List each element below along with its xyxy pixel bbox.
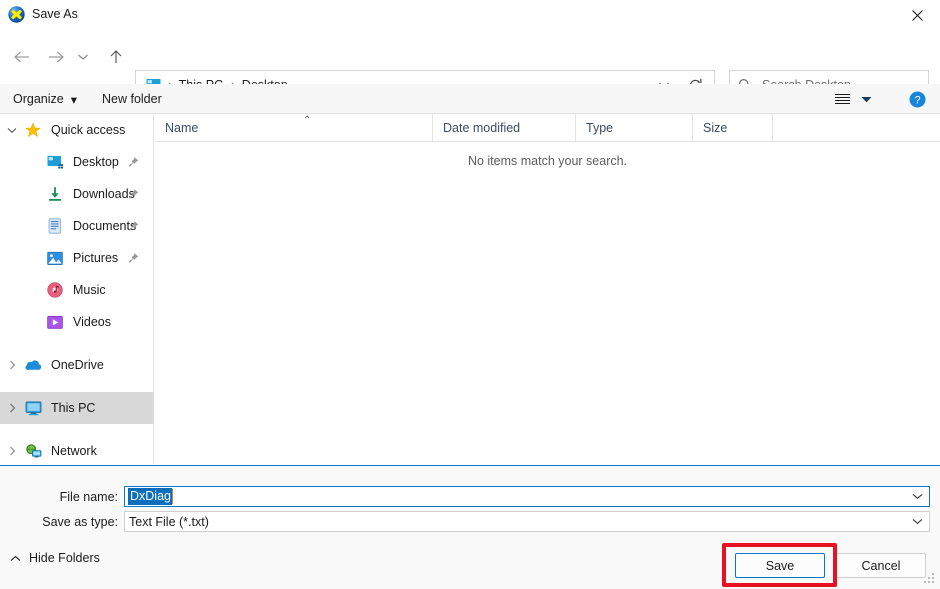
organize-label: Organize bbox=[13, 92, 64, 106]
chevron-down-icon[interactable] bbox=[910, 512, 924, 531]
organize-button[interactable]: Organize ▾ bbox=[13, 84, 77, 114]
column-label: Type bbox=[586, 121, 614, 135]
sidebar-item-desktop[interactable]: Desktop bbox=[0, 146, 153, 178]
save-button[interactable]: Save bbox=[735, 553, 825, 578]
sidebar-item-pictures[interactable]: Pictures bbox=[0, 242, 153, 274]
sort-ascending-icon: ⌃ bbox=[303, 115, 312, 126]
column-header-date-modified[interactable]: Date modified bbox=[432, 114, 575, 142]
empty-list-message: No items match your search. bbox=[467, 154, 628, 168]
pictures-icon bbox=[46, 249, 64, 267]
pin-icon[interactable] bbox=[128, 253, 139, 264]
save-as-type-select[interactable]: Text File (*.txt) bbox=[124, 511, 930, 532]
page-title: Save As bbox=[32, 7, 78, 21]
save-as-dialog: Save As Organize ▾ New folder ? Quick ac… bbox=[0, 0, 940, 589]
file-name-label: File name: bbox=[59, 490, 118, 504]
documents-icon bbox=[46, 217, 64, 235]
this-pc-icon bbox=[24, 399, 42, 417]
chevron-up-icon bbox=[10, 555, 21, 562]
sidebar-item-label: OneDrive bbox=[51, 358, 104, 372]
sidebar-item-label: Quick access bbox=[51, 123, 126, 137]
column-header-size[interactable]: Size bbox=[692, 114, 772, 142]
sidebar-item-label: Network bbox=[51, 444, 97, 458]
save-button-label: Save bbox=[765, 558, 795, 573]
chevron-collapsed-icon[interactable] bbox=[0, 446, 24, 456]
file-name-value: DxDiag bbox=[128, 488, 172, 505]
chevron-down-icon[interactable] bbox=[861, 96, 872, 103]
column-header-row: ⌃ Name Date modified Type Size bbox=[155, 114, 940, 142]
sidebar-item-music[interactable]: Music bbox=[0, 274, 153, 306]
command-toolbar: Organize ▾ New folder ? bbox=[0, 84, 940, 114]
file-name-input[interactable]: DxDiag bbox=[124, 486, 930, 507]
view-controls bbox=[835, 84, 872, 114]
navigation-pane[interactable]: Quick access Desktop Downloads Documents… bbox=[0, 114, 154, 464]
column-header-type[interactable]: Type bbox=[575, 114, 692, 142]
new-folder-label: New folder bbox=[102, 92, 162, 106]
recent-locations-button[interactable] bbox=[72, 43, 94, 71]
help-icon[interactable]: ? bbox=[909, 91, 926, 108]
star-icon bbox=[24, 121, 42, 139]
sidebar-item-label: Pictures bbox=[73, 251, 119, 265]
sidebar-item-documents[interactable]: Documents bbox=[0, 210, 153, 242]
dxdiag-icon bbox=[8, 6, 25, 23]
pin-icon[interactable] bbox=[128, 157, 139, 168]
hide-folders-button[interactable]: Hide Folders bbox=[10, 545, 100, 571]
sidebar-item-label: Desktop bbox=[73, 155, 119, 169]
new-folder-button[interactable]: New folder bbox=[102, 84, 162, 114]
sidebar-item-downloads[interactable]: Downloads bbox=[0, 178, 153, 210]
title-bar: Save As bbox=[0, 0, 940, 30]
save-as-type-value: Text File (*.txt) bbox=[129, 514, 209, 529]
sidebar-item-label: This PC bbox=[51, 401, 96, 415]
chevron-collapsed-icon[interactable] bbox=[0, 403, 24, 413]
close-button[interactable] bbox=[894, 0, 940, 30]
hide-folders-label: Hide Folders bbox=[29, 551, 100, 565]
forward-button[interactable] bbox=[42, 43, 70, 71]
sidebar-item-label: Downloads bbox=[73, 187, 135, 201]
sidebar-item-onedrive[interactable]: OneDrive bbox=[0, 349, 153, 381]
onedrive-cloud-icon bbox=[24, 356, 42, 374]
chevron-collapsed-icon[interactable] bbox=[0, 360, 24, 370]
sidebar-item-label: Music bbox=[73, 283, 106, 297]
column-label: Size bbox=[703, 121, 728, 135]
column-header-name[interactable]: ⌃ Name bbox=[155, 114, 432, 142]
pin-icon[interactable] bbox=[128, 189, 139, 200]
cancel-button[interactable]: Cancel bbox=[836, 553, 926, 578]
svg-text:?: ? bbox=[914, 95, 920, 107]
sidebar-item-network[interactable]: Network bbox=[0, 435, 153, 464]
sidebar-item-quick-access[interactable]: Quick access bbox=[0, 114, 153, 146]
text-caret bbox=[172, 489, 173, 504]
resize-grip-icon[interactable] bbox=[923, 573, 937, 587]
sidebar-item-label: Videos bbox=[73, 315, 111, 329]
list-view-icon[interactable] bbox=[835, 93, 850, 105]
desktop-icon bbox=[46, 153, 64, 171]
column-label: Date modified bbox=[443, 121, 521, 135]
chevron-down-icon: ▾ bbox=[70, 92, 78, 107]
up-button[interactable] bbox=[102, 43, 130, 71]
column-header-spacer bbox=[772, 114, 940, 142]
sidebar-item-videos[interactable]: Videos bbox=[0, 306, 153, 338]
back-button[interactable] bbox=[8, 43, 36, 71]
save-as-type-label: Save as type: bbox=[42, 515, 118, 529]
download-icon bbox=[46, 185, 64, 203]
navigation-bar: › This PC › Desktop Searc bbox=[0, 30, 940, 100]
videos-icon bbox=[46, 313, 64, 331]
pin-icon[interactable] bbox=[128, 221, 139, 232]
music-icon bbox=[46, 281, 64, 299]
column-label: Name bbox=[165, 121, 199, 135]
sidebar-item-label: Documents bbox=[73, 219, 137, 233]
chevron-down-icon[interactable] bbox=[910, 487, 924, 506]
chevron-expanded-icon[interactable] bbox=[0, 127, 24, 134]
cancel-button-label: Cancel bbox=[861, 558, 901, 573]
sidebar-item-this-pc[interactable]: This PC bbox=[0, 392, 153, 424]
file-list-pane[interactable]: ⌃ Name Date modified Type Size No items … bbox=[155, 114, 940, 464]
network-icon bbox=[24, 442, 42, 460]
